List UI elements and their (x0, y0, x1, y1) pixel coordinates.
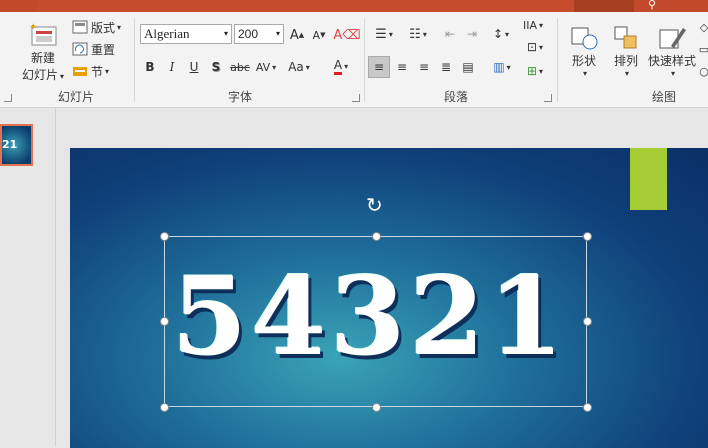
font-name-value: Algerian (144, 26, 190, 41)
active-tab-area (574, 0, 634, 12)
shape-outline-icon[interactable]: ▭ (699, 40, 708, 58)
resize-handle-left[interactable] (160, 317, 169, 326)
section-button[interactable]: 节 ▾ (72, 62, 109, 80)
section-label: 节 (91, 64, 104, 79)
new-slide-button[interactable]: ✦ 新建 幻灯片 ▾ (20, 18, 66, 86)
thumbnail-text: 21 (2, 138, 18, 151)
quick-styles-button[interactable]: 快速样式 ▾ (646, 18, 698, 84)
rotate-handle-icon[interactable]: ↻ (366, 193, 383, 217)
reset-icon (72, 42, 88, 56)
arrange-label: 排列 (613, 54, 638, 68)
slides-group-label: 幻灯片 (57, 90, 94, 104)
columns-icon[interactable]: ▥ ▾ (488, 56, 516, 78)
font-size-field[interactable]: 200 ▾ (234, 24, 284, 44)
accent-bar-shape[interactable] (630, 148, 667, 210)
group-divider (364, 18, 365, 102)
ribbon-tab-strip (38, 0, 574, 12)
paragraph-group-label: 段落 (443, 90, 468, 104)
bold-icon[interactable]: B (142, 58, 158, 76)
slide-thumbnail[interactable]: 21 (0, 124, 33, 166)
align-center-icon[interactable]: ≡ (392, 56, 412, 78)
font-color-icon[interactable]: A ▾ (326, 56, 356, 76)
reset-button[interactable]: 重置 (72, 40, 115, 58)
arrange-button[interactable]: 排列 ▾ (608, 18, 644, 84)
layout-label: 版式 (91, 20, 116, 35)
group-divider (557, 18, 558, 102)
chevron-down-icon: ▾ (624, 69, 629, 78)
bullets-icon[interactable]: ☰ ▾ (370, 24, 398, 44)
layout-button[interactable]: 版式 ▾ (72, 18, 121, 36)
chevron-down-icon: ▾ (117, 22, 122, 32)
account-icon[interactable]: ⚲ (648, 0, 656, 11)
character-spacing-icon[interactable]: AV ▾ (254, 58, 278, 76)
new-slide-label-line2: 幻灯片 ▾ (21, 68, 65, 82)
line-spacing-icon[interactable]: ↕ ▾ (488, 24, 514, 44)
underline-icon[interactable]: U (186, 58, 202, 76)
chevron-down-icon: ▾ (105, 66, 110, 76)
text-direction-icon[interactable]: IIA ▾ (520, 16, 546, 34)
strikethrough-icon[interactable]: abc (230, 58, 250, 76)
chevron-down-icon: ▾ (223, 29, 228, 38)
font-group-label: 字体 (227, 90, 252, 104)
clear-format-icon[interactable]: A⌫ (333, 26, 360, 44)
change-case-icon[interactable]: Aa ▾ (285, 58, 313, 76)
resize-handle-bottom[interactable] (372, 403, 381, 412)
shapes-label: 形状 (571, 54, 596, 68)
slide-thumbnail-pane: 21 (0, 108, 56, 446)
chevron-down-icon: ▾ (670, 69, 675, 78)
chevron-down-icon: ▾ (582, 69, 587, 78)
shapes-button[interactable]: 形状 ▾ (564, 18, 604, 84)
resize-handle-top-left[interactable] (160, 232, 169, 241)
shapes-icon (571, 27, 598, 50)
arrange-icon (614, 26, 637, 49)
increase-font-icon[interactable]: A ▲ (288, 26, 306, 44)
decrease-indent-icon[interactable]: ⇤ (440, 24, 460, 44)
resize-handle-top[interactable] (372, 232, 381, 241)
increase-indent-icon[interactable]: ⇥ (462, 24, 482, 44)
slides-dialog-launcher[interactable] (4, 94, 12, 102)
paragraph-dialog-launcher[interactable] (544, 94, 552, 102)
resize-handle-top-right[interactable] (583, 232, 592, 241)
shape-effects-icon[interactable]: ○ (699, 62, 708, 80)
resize-handle-bottom-left[interactable] (160, 403, 169, 412)
resize-handle-right[interactable] (583, 317, 592, 326)
align-right-icon[interactable]: ≡ (414, 56, 434, 78)
align-left-icon[interactable]: ≡ (368, 56, 390, 78)
smartart-icon[interactable]: ⊞ ▾ (522, 60, 548, 82)
quick-styles-icon (659, 28, 686, 49)
shadow-icon[interactable]: S (208, 58, 224, 76)
decrease-font-icon[interactable]: A ▼ (310, 26, 328, 44)
reset-label: 重置 (91, 42, 116, 57)
align-text-icon[interactable]: ⊡ ▾ (522, 38, 548, 56)
ribbon: ✦ 新建 幻灯片 ▾ 版式 ▾ 重置 节 ▾ 幻灯片 Algerian ▾ 200 ▾ A… (0, 12, 708, 108)
font-size-value: 200 (238, 27, 259, 41)
title-bar: ⚲ (0, 0, 708, 12)
resize-handle-bottom-right[interactable] (583, 403, 592, 412)
chevron-down-icon: ▾ (60, 72, 65, 81)
svg-text:✦: ✦ (29, 22, 37, 33)
numbering-icon[interactable]: ☷ ▾ (404, 24, 432, 44)
drawing-group-label: 绘图 (651, 90, 676, 104)
chevron-down-icon: ▾ (275, 29, 280, 38)
slide-number-text[interactable]: 54321 (172, 252, 582, 382)
font-name-field[interactable]: Algerian ▾ (140, 24, 232, 44)
new-slide-icon: ✦ (29, 22, 57, 46)
group-divider (134, 18, 135, 102)
distributed-icon[interactable]: ▤ (458, 56, 478, 78)
new-slide-label-line1: 新建 (30, 51, 55, 65)
section-icon (73, 67, 87, 76)
italic-icon[interactable]: I (164, 58, 180, 76)
shape-fill-icon[interactable]: ◇ (700, 18, 708, 36)
quick-styles-label: 快速样式 (647, 54, 696, 68)
justify-icon[interactable]: ≣ (436, 56, 456, 78)
layout-icon (72, 20, 88, 34)
font-dialog-launcher[interactable] (352, 94, 360, 102)
